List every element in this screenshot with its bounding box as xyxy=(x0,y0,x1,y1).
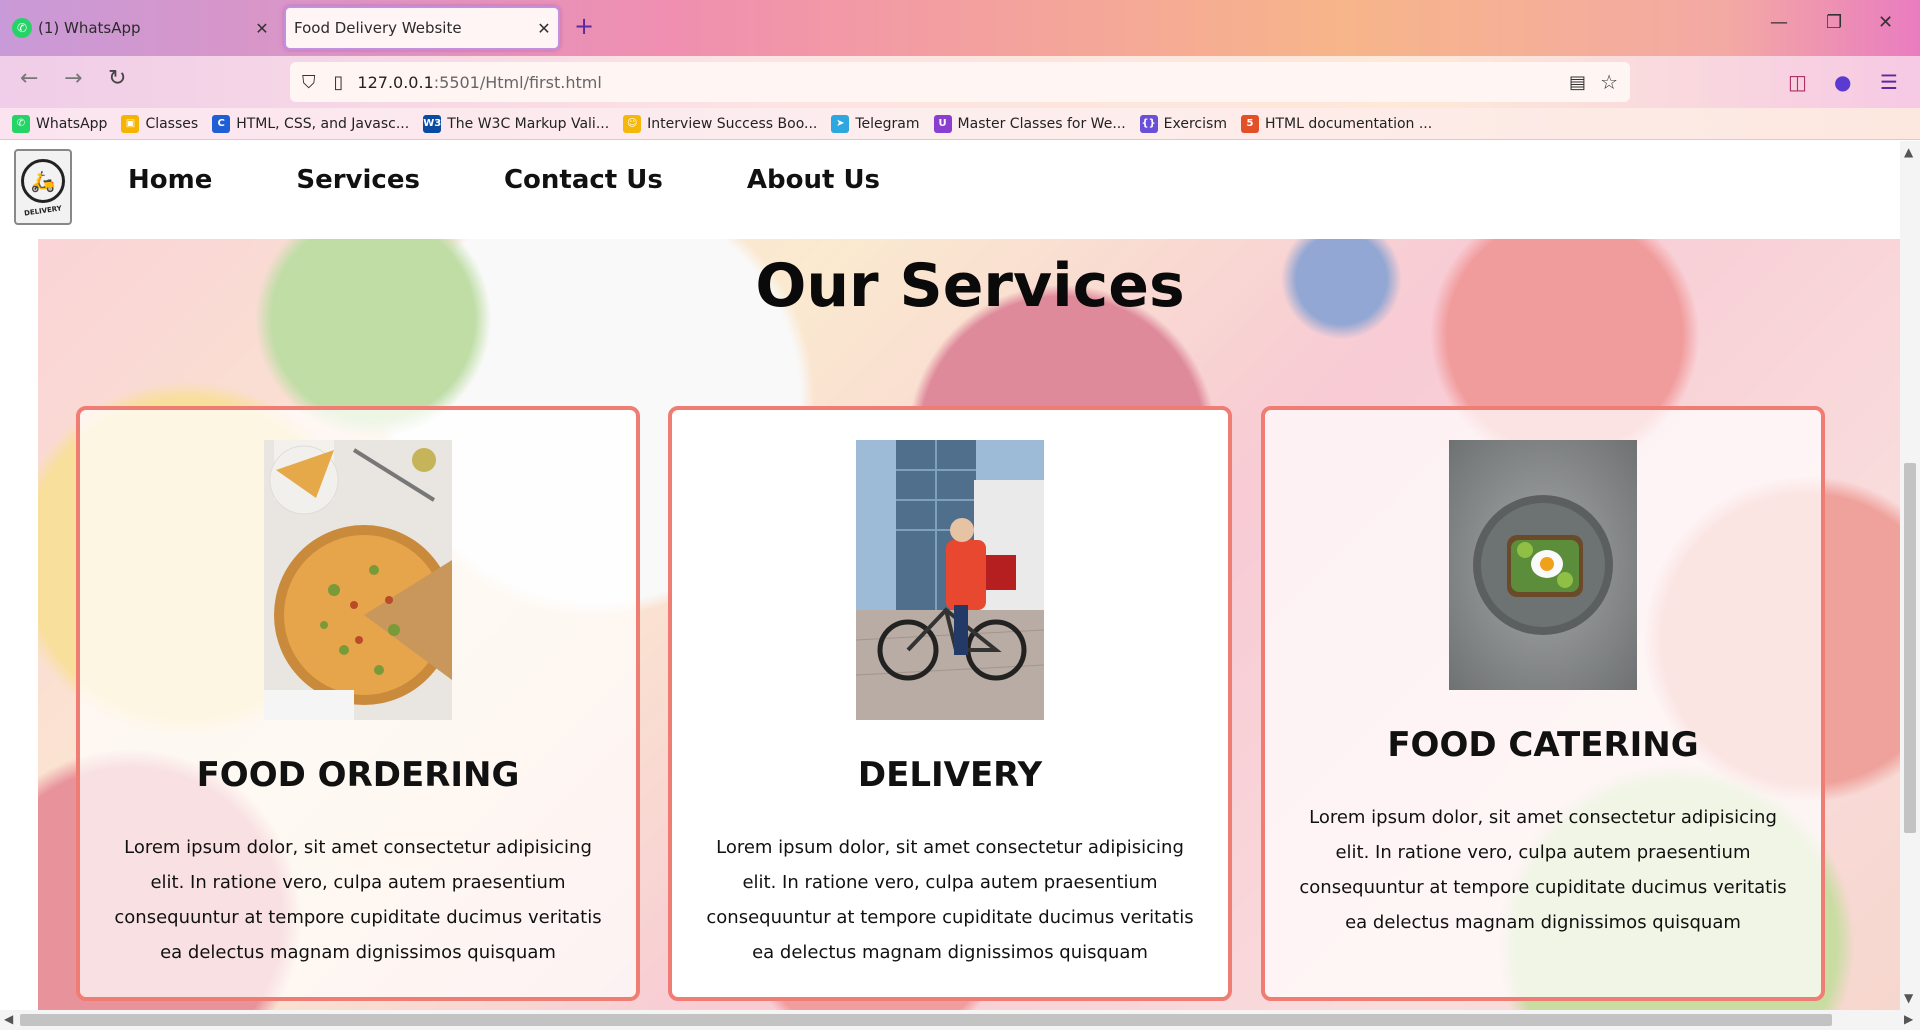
horizontal-scrollbar[interactable]: ◀ ▶ xyxy=(0,1010,1920,1030)
card-text: Lorem ipsum dolor, sit amet consectetur … xyxy=(1299,807,1787,933)
nav-contact-us[interactable]: Contact Us xyxy=(504,165,663,195)
classroom-icon: ▣ xyxy=(121,114,140,133)
bookmark-item[interactable]: ➤ Telegram xyxy=(831,114,920,133)
nav-services[interactable]: Services xyxy=(296,165,420,195)
bookmark-label: HTML documentation ... xyxy=(1264,115,1433,132)
tab-whatsapp[interactable]: ✆ (1) WhatsApp ✕ xyxy=(6,6,276,50)
avocado-toast-photo xyxy=(1449,440,1637,690)
scrollbar-thumb[interactable] xyxy=(20,1014,1832,1026)
site-header: 🛵 DELIVERY Home Services Contact Us Abou… xyxy=(0,141,1900,227)
card-text: Lorem ipsum dolor, sit amet consectetur … xyxy=(114,837,602,963)
tab-title: (1) WhatsApp xyxy=(38,19,141,37)
bookmark-item[interactable]: ▣ Classes xyxy=(121,114,199,133)
shield-icon[interactable]: ⛉ xyxy=(302,72,316,93)
bookmark-label: Exercism xyxy=(1163,115,1227,132)
exercism-icon: {} xyxy=(1139,114,1158,133)
whatsapp-icon: ✆ xyxy=(12,114,30,133)
close-icon[interactable]: ✕ xyxy=(248,19,276,38)
bookmark-star-icon[interactable]: ☆ xyxy=(1600,70,1618,94)
scroll-right-icon[interactable]: ▶ xyxy=(1904,1012,1913,1026)
telegram-icon: ➤ xyxy=(831,114,850,133)
nav-about-us[interactable]: About Us xyxy=(747,165,880,195)
codecademy-icon: C xyxy=(212,114,231,133)
scrollbar-thumb[interactable] xyxy=(1904,463,1916,833)
scroll-left-icon[interactable]: ◀ xyxy=(4,1012,13,1026)
nav-home[interactable]: Home xyxy=(128,165,212,195)
scroll-down-icon[interactable]: ▼ xyxy=(1904,991,1913,1005)
bookmark-item[interactable]: 5 HTML documentation ... xyxy=(1240,114,1433,133)
main-nav: Home Services Contact Us About Us xyxy=(128,165,964,195)
whatsapp-icon: ✆ xyxy=(12,18,32,38)
bookmark-label: Interview Success Boo... xyxy=(647,115,818,132)
scroll-up-icon[interactable]: ▲ xyxy=(1904,145,1913,159)
bookmark-item[interactable]: ✆ WhatsApp xyxy=(12,114,108,133)
masterclass-icon: U xyxy=(933,114,952,133)
card-title: DELIVERY xyxy=(857,755,1043,795)
service-card-food-ordering: FOOD ORDERING Lorem ipsum dolor, sit ame… xyxy=(76,406,640,1001)
navigation-toolbar: ← → ↻ ⛉ ▯ 127.0.0.1:5501/Html/first.html… xyxy=(0,56,1920,108)
vertical-scrollbar[interactable]: ▲ ▼ xyxy=(1900,141,1920,1010)
page-icon: ▯ xyxy=(333,71,344,93)
page-viewport: 🛵 DELIVERY Home Services Contact Us Abou… xyxy=(0,141,1900,1010)
bookmark-label: Classes xyxy=(145,115,199,132)
bookmark-label: Master Classes for We... xyxy=(957,115,1126,132)
section-title: Our Services xyxy=(755,251,1185,321)
address-bar[interactable]: ⛉ ▯ 127.0.0.1:5501/Html/first.html ▤ ☆ xyxy=(290,62,1630,102)
bookmark-label: The W3C Markup Vali... xyxy=(447,115,610,132)
card-title: FOOD ORDERING xyxy=(196,755,520,795)
interview-icon: ☺ xyxy=(623,114,642,133)
url-host: 127.0.0.1 xyxy=(357,72,434,92)
tab-title: Food Delivery Website xyxy=(294,19,462,37)
bookmark-item[interactable]: C HTML, CSS, and Javasc... xyxy=(212,114,410,133)
pocket-icon[interactable]: ◫ xyxy=(1788,70,1807,94)
forward-icon[interactable]: → xyxy=(64,66,82,91)
logo-text: DELIVERY xyxy=(23,204,63,218)
new-tab-icon[interactable]: + xyxy=(574,12,594,40)
back-icon[interactable]: ← xyxy=(20,66,38,91)
bookmark-item[interactable]: W3 The W3C Markup Vali... xyxy=(423,114,610,133)
bookmark-item[interactable]: ☺ Interview Success Boo... xyxy=(623,114,818,133)
minimize-icon[interactable]: — xyxy=(1770,12,1788,33)
bookmark-label: Telegram xyxy=(855,115,920,132)
service-card-delivery: DELIVERY Lorem ipsum dolor, sit amet con… xyxy=(668,406,1232,1001)
card-text: Lorem ipsum dolor, sit amet consectetur … xyxy=(706,837,1194,963)
scooter-icon: 🛵 xyxy=(21,159,65,203)
restore-icon[interactable]: ❐ xyxy=(1826,12,1842,33)
bookmark-item[interactable]: {} Exercism xyxy=(1139,114,1227,133)
courier-bicycle-photo xyxy=(856,440,1044,720)
delivery-logo[interactable]: 🛵 DELIVERY xyxy=(14,149,72,225)
card-title: FOOD CATERING xyxy=(1387,725,1699,765)
tab-strip: ✆ (1) WhatsApp ✕ Food Delivery Website ✕… xyxy=(0,0,1920,56)
bookmark-label: WhatsApp xyxy=(36,115,108,132)
pizza-photo xyxy=(264,440,452,720)
reader-view-icon[interactable]: ▤ xyxy=(1569,72,1586,93)
bookmark-item[interactable]: U Master Classes for We... xyxy=(933,114,1126,133)
reload-icon[interactable]: ↻ xyxy=(108,66,126,91)
account-icon[interactable]: ● xyxy=(1834,70,1851,94)
bookmarks-bar: ✆ WhatsApp ▣ Classes C HTML, CSS, and Javasc.… xyxy=(0,108,1920,140)
window-close-icon[interactable]: ✕ xyxy=(1878,12,1893,33)
bookmark-label: HTML, CSS, and Javasc... xyxy=(236,115,410,132)
url-text[interactable]: 127.0.0.1:5501/Html/first.html xyxy=(357,73,601,92)
menu-icon[interactable]: ☰ xyxy=(1880,70,1898,94)
url-path: :5501/Html/first.html xyxy=(433,72,602,92)
service-card-food-catering: FOOD CATERING Lorem ipsum dolor, sit ame… xyxy=(1261,406,1825,1001)
close-icon[interactable]: ✕ xyxy=(530,19,558,38)
w3c-icon: W3 xyxy=(423,114,442,133)
mdn-icon: 5 xyxy=(1240,114,1259,133)
tab-food-delivery[interactable]: Food Delivery Website ✕ xyxy=(284,6,560,50)
